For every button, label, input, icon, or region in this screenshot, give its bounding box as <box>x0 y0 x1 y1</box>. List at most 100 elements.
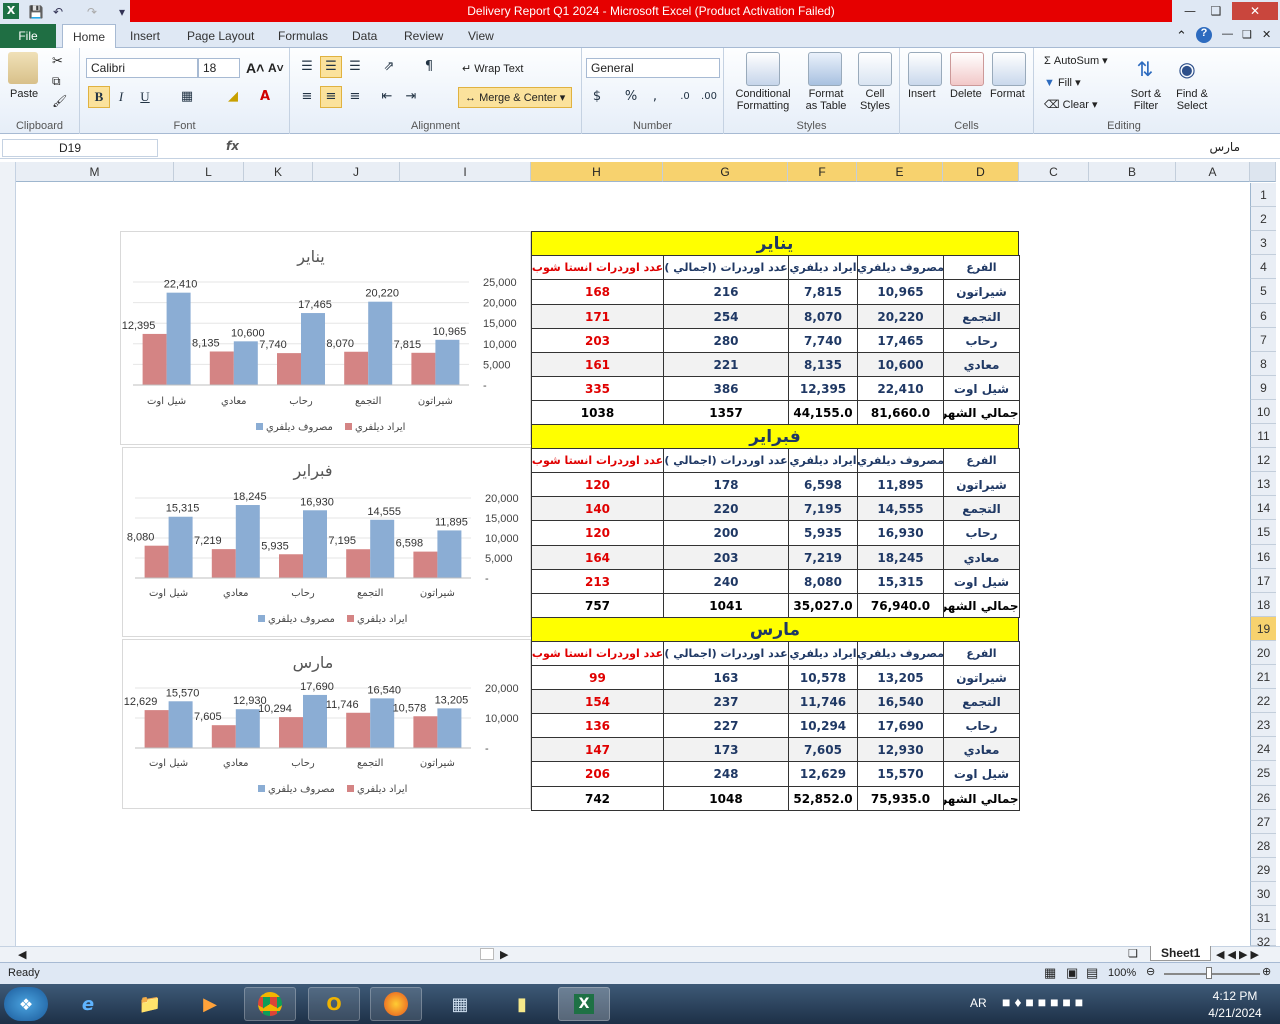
column-header-M[interactable]: M <box>16 162 174 182</box>
row-header-28[interactable]: 28 <box>1250 834 1276 858</box>
customize-qat-icon[interactable]: ▾ <box>114 4 130 20</box>
page-layout-view-icon[interactable]: ▣ <box>1066 965 1078 981</box>
ie-icon[interactable]: e <box>62 987 114 1021</box>
decrease-decimal-icon[interactable]: .00 <box>698 86 720 108</box>
normal-view-icon[interactable]: ▦ <box>1044 965 1056 981</box>
merge-center-button[interactable]: ↔ Merge & Center ▾ <box>458 87 573 108</box>
sort-filter-icon[interactable]: ⇅ <box>1128 52 1162 86</box>
fill-color-icon[interactable]: ◢ <box>222 86 244 108</box>
row-header-14[interactable]: 14 <box>1250 496 1276 520</box>
format-as-table-button[interactable]: Format as Table <box>800 88 852 112</box>
table-cell[interactable]: 7,195 <box>788 496 858 521</box>
zoom-slider[interactable] <box>1164 973 1260 975</box>
workbook-close-icon[interactable]: ✕ <box>1262 28 1271 41</box>
autosum-button[interactable]: Σ AutoSum ▾ <box>1044 54 1108 67</box>
sort-filter-button[interactable]: Sort & Filter <box>1124 88 1168 112</box>
column-heading[interactable]: عدد اوردرات (اجمالي ) <box>663 255 789 280</box>
table-cell[interactable]: 120 <box>531 520 664 546</box>
format-as-table-icon[interactable] <box>808 52 842 86</box>
workbook-restore-icon[interactable]: ❑ <box>1242 28 1252 41</box>
table-cell[interactable]: 213 <box>531 569 664 594</box>
undo-icon[interactable]: ↶ <box>50 4 66 20</box>
table-cell[interactable]: 140 <box>531 496 664 521</box>
table-cell[interactable]: 173 <box>663 737 789 762</box>
row-header-15[interactable]: 15 <box>1250 520 1276 545</box>
table-cell[interactable]: 6,598 <box>788 472 858 497</box>
table-cell[interactable]: 216 <box>663 279 789 305</box>
row-header-26[interactable]: 26 <box>1250 786 1276 810</box>
table-cell[interactable]: 206 <box>531 761 664 787</box>
table-cell[interactable]: 13,205 <box>857 665 944 690</box>
insert-sheet-icon[interactable]: ❏ <box>1128 947 1138 960</box>
branch-name[interactable]: التجمع <box>943 304 1020 329</box>
row-header-5[interactable]: 5 <box>1250 279 1276 304</box>
paste-button[interactable]: Paste <box>10 88 38 100</box>
row-header-1[interactable]: 1 <box>1250 183 1276 207</box>
column-heading[interactable]: مصروف ديلفري <box>857 448 944 473</box>
row-header-9[interactable]: 9 <box>1250 376 1276 400</box>
table-cell[interactable]: 171 <box>531 304 664 329</box>
column-header-C[interactable]: C <box>1019 162 1089 182</box>
tab-file[interactable]: File <box>0 24 56 48</box>
align-middle-icon[interactable]: ☰ <box>320 56 342 78</box>
table-cell[interactable]: 22,410 <box>857 376 944 401</box>
align-center-icon[interactable]: ≡ <box>320 86 342 108</box>
table-cell[interactable]: 17,465 <box>857 328 944 353</box>
wrap-text-button[interactable]: ↵ Wrap Text <box>462 62 523 75</box>
month-total-value[interactable]: 44,155.0 <box>788 400 858 425</box>
column-header-L[interactable]: L <box>174 162 244 182</box>
branch-name[interactable]: معادي <box>943 352 1020 377</box>
media-player-icon[interactable]: ▶ <box>184 987 236 1021</box>
table-cell[interactable]: 178 <box>663 472 789 497</box>
sheet-nav-icons[interactable]: ◀ ◀ ▶ ▶ <box>1216 948 1259 961</box>
tab-page-layout[interactable]: Page Layout <box>177 24 264 48</box>
scroll-right-icon[interactable]: ▶ <box>500 948 508 961</box>
outlook-icon[interactable]: O <box>308 987 360 1021</box>
column-heading[interactable]: مصروف ديلفري <box>857 641 944 666</box>
table-cell[interactable]: 154 <box>531 689 664 714</box>
table-cell[interactable]: 136 <box>531 713 664 738</box>
table-cell[interactable]: 203 <box>531 328 664 353</box>
table-cell[interactable]: 335 <box>531 376 664 401</box>
branch-name[interactable]: شيراتون <box>943 665 1020 690</box>
align-left-icon[interactable]: ≡ <box>296 86 318 108</box>
month-total-value[interactable]: 52,852.0 <box>788 786 858 811</box>
row-header-32[interactable]: 32 <box>1250 930 1276 949</box>
conditional-formatting-icon[interactable] <box>746 52 780 86</box>
increase-indent-icon[interactable]: ⇥ <box>400 86 422 108</box>
chart-january[interactable]: 25,000 20,000 15,000 10,000 5,000 - يناير 12,39… <box>120 231 531 445</box>
month-total-value[interactable]: 757 <box>531 593 664 618</box>
underline-button[interactable]: U <box>134 86 156 108</box>
sticky-notes-icon[interactable]: ▮ <box>496 987 548 1021</box>
row-header-8[interactable]: 8 <box>1250 352 1276 376</box>
table-cell[interactable]: 16,930 <box>857 520 944 546</box>
column-header-I[interactable]: I <box>400 162 531 182</box>
tab-review[interactable]: Review <box>394 24 453 48</box>
column-header-A[interactable]: A <box>1176 162 1250 182</box>
help-icon[interactable]: ? <box>1196 27 1212 43</box>
branch-name[interactable]: شيراتون <box>943 279 1020 305</box>
column-heading[interactable]: عدد اوردرات (اجمالي ) <box>663 641 789 666</box>
table-cell[interactable]: 99 <box>531 665 664 690</box>
font-size-box[interactable]: 18 <box>198 58 240 78</box>
row-header-7[interactable]: 7 <box>1250 328 1276 352</box>
tray-icons[interactable]: ■ ♦ ■ ■ ■ ■ ■ <box>1002 994 1083 1024</box>
column-header-G[interactable]: G <box>663 162 788 182</box>
table-cell[interactable]: 10,965 <box>857 279 944 305</box>
row-header-30[interactable]: 30 <box>1250 882 1276 906</box>
table-cell[interactable]: 7,219 <box>788 545 858 570</box>
row-header-21[interactable]: 21 <box>1250 665 1276 689</box>
binoculars-icon[interactable]: ◉ <box>1170 52 1204 86</box>
tab-insert[interactable]: Insert <box>120 24 170 48</box>
delete-cells-icon[interactable] <box>950 52 984 86</box>
table-cell[interactable]: 168 <box>531 279 664 305</box>
table-cell[interactable]: 15,570 <box>857 761 944 787</box>
column-heading[interactable]: عدد اوردرات انستا شوب <box>531 255 664 280</box>
workbook-minimize-icon[interactable]: — <box>1222 28 1233 40</box>
insert-function-icon[interactable]: fx <box>226 139 239 153</box>
row-header-22[interactable]: 22 <box>1250 689 1276 713</box>
table-cell[interactable]: 386 <box>663 376 789 401</box>
table-cell[interactable]: 7,740 <box>788 328 858 353</box>
month-total-value[interactable]: 75,935.0 <box>857 786 944 811</box>
table-cell[interactable]: 12,629 <box>788 761 858 787</box>
